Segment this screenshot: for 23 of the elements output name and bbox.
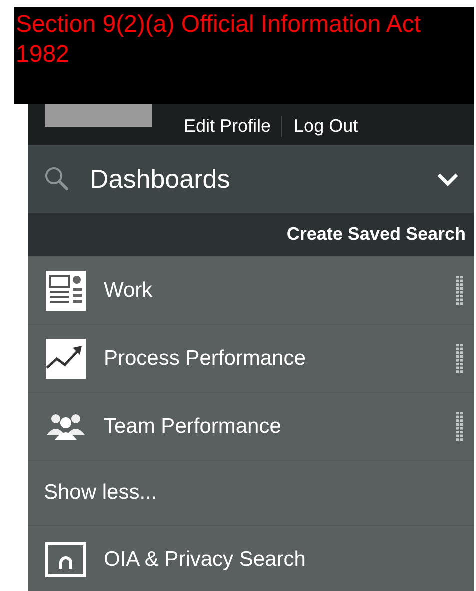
menu-item-label: Work: [104, 278, 154, 302]
menu-item-label: Team Performance: [104, 414, 282, 438]
drag-handle-icon[interactable]: [456, 412, 464, 442]
section-header[interactable]: Dashboards: [28, 145, 474, 213]
menu-item[interactable]: Process Performance: [28, 324, 474, 392]
menu-item-label: OIA & Privacy Search: [104, 548, 307, 572]
menu-item-label: Process Performance: [104, 346, 307, 370]
menu-item[interactable]: Work: [28, 256, 474, 324]
profile-link[interactable]: Log Out: [281, 116, 368, 137]
profile-link[interactable]: Edit Profile: [180, 116, 282, 137]
menu-item[interactable]: Team Performance: [28, 392, 474, 460]
section-title: Dashboards: [90, 164, 232, 194]
menu-item[interactable]: Show less...: [28, 460, 474, 525]
drag-handle-icon[interactable]: [456, 344, 464, 374]
menu-item-label: Show less...: [44, 481, 158, 505]
redaction-label: Section 9(2)(a) Official Information Act 1982: [16, 10, 422, 70]
search-box-icon: [45, 542, 87, 578]
menu-item[interactable]: OIA & Privacy Search: [28, 525, 474, 591]
drag-handle-icon[interactable]: [456, 276, 464, 306]
search-icon: [44, 166, 70, 192]
dashboard-icon: [45, 270, 87, 312]
trend-chart-icon: [45, 338, 87, 380]
create-saved-search-link[interactable]: Create Saved Search: [286, 224, 466, 245]
